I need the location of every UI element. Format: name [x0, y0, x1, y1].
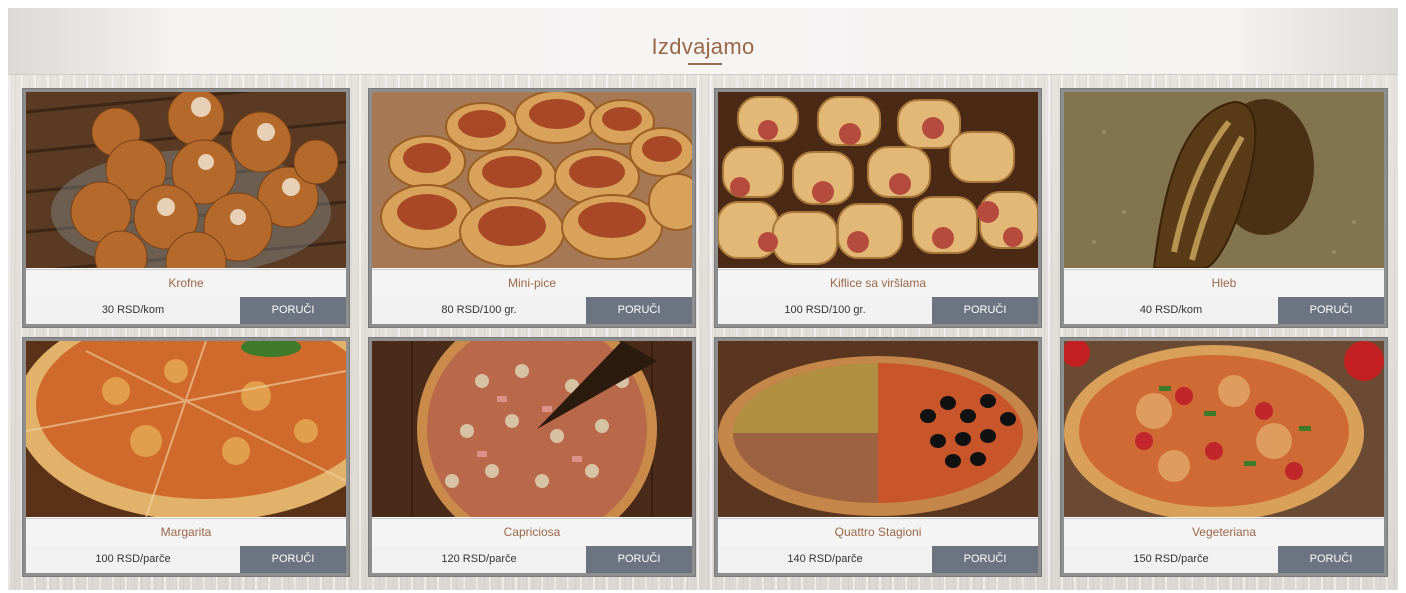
- product-photo-kiflice[interactable]: [718, 92, 1038, 268]
- product-card-quattro-stagioni[interactable]: Quattro Stagioni 140 RSD/parče PORUČI: [714, 337, 1042, 577]
- product-price: 100 RSD/100 gr.: [718, 297, 932, 324]
- product-price: 80 RSD/100 gr.: [372, 297, 586, 324]
- card-inner: Hleb 40 RSD/kom PORUČI: [1064, 92, 1384, 324]
- order-button[interactable]: PORUČI: [240, 297, 346, 324]
- product-card-vegeteriana[interactable]: Vegeteriana 150 RSD/parče PORUČI: [1060, 337, 1388, 577]
- order-button[interactable]: PORUČI: [586, 546, 692, 573]
- product-name[interactable]: Capriciosa: [372, 518, 692, 547]
- product-price: 150 RSD/parče: [1064, 546, 1278, 573]
- product-price: 140 RSD/parče: [718, 546, 932, 573]
- product-card-margarita[interactable]: Margarita 100 RSD/parče PORUČI: [22, 337, 350, 577]
- card-inner: Kiflice sa viršlama 100 RSD/100 gr. PORU…: [718, 92, 1038, 324]
- card-inner: Vegeteriana 150 RSD/parče PORUČI: [1064, 341, 1384, 573]
- product-name[interactable]: Krofne: [26, 269, 346, 298]
- featured-section: Izdvajamo Krofne 30 RSD/kom PORUČI Mini-…: [8, 8, 1398, 590]
- product-card-capriciosa[interactable]: Capriciosa 120 RSD/parče PORUČI: [368, 337, 696, 577]
- product-name[interactable]: Hleb: [1064, 269, 1384, 298]
- product-photo-krofne[interactable]: [26, 92, 346, 268]
- order-button[interactable]: PORUČI: [1278, 297, 1384, 324]
- product-photo-vegeteriana[interactable]: [1064, 341, 1384, 517]
- card-inner: Margarita 100 RSD/parče PORUČI: [26, 341, 346, 573]
- product-price: 100 RSD/parče: [26, 546, 240, 573]
- product-photo-margarita[interactable]: [26, 341, 346, 517]
- product-card-mini-pice[interactable]: Mini-pice 80 RSD/100 gr. PORUČI: [368, 88, 696, 328]
- section-header: Izdvajamo: [8, 8, 1398, 75]
- order-button[interactable]: PORUČI: [240, 546, 346, 573]
- order-button[interactable]: PORUČI: [586, 297, 692, 324]
- product-card-kiflice[interactable]: Kiflice sa viršlama 100 RSD/100 gr. PORU…: [714, 88, 1042, 328]
- title-underline: [688, 63, 722, 65]
- product-price: 30 RSD/kom: [26, 297, 240, 324]
- order-button[interactable]: PORUČI: [932, 297, 1038, 324]
- product-card-krofne[interactable]: Krofne 30 RSD/kom PORUČI: [22, 88, 350, 328]
- product-name[interactable]: Margarita: [26, 518, 346, 547]
- card-inner: Quattro Stagioni 140 RSD/parče PORUČI: [718, 341, 1038, 573]
- card-inner: Capriciosa 120 RSD/parče PORUČI: [372, 341, 692, 573]
- product-name[interactable]: Vegeteriana: [1064, 518, 1384, 547]
- product-card-hleb[interactable]: Hleb 40 RSD/kom PORUČI: [1060, 88, 1388, 328]
- card-inner: Mini-pice 80 RSD/100 gr. PORUČI: [372, 92, 692, 324]
- order-button[interactable]: PORUČI: [1278, 546, 1384, 573]
- product-name[interactable]: Mini-pice: [372, 269, 692, 298]
- product-price: 120 RSD/parče: [372, 546, 586, 573]
- product-photo-hleb[interactable]: [1064, 92, 1384, 268]
- product-name[interactable]: Kiflice sa viršlama: [718, 269, 1038, 298]
- product-photo-capriciosa[interactable]: [372, 341, 692, 517]
- product-photo-mini-pice[interactable]: [372, 92, 692, 268]
- product-photo-quattro-stagioni[interactable]: [718, 341, 1038, 517]
- product-price: 40 RSD/kom: [1064, 297, 1278, 324]
- product-name[interactable]: Quattro Stagioni: [718, 518, 1038, 547]
- section-title: Izdvajamo: [651, 34, 755, 59]
- card-inner: Krofne 30 RSD/kom PORUČI: [26, 92, 346, 324]
- order-button[interactable]: PORUČI: [932, 546, 1038, 573]
